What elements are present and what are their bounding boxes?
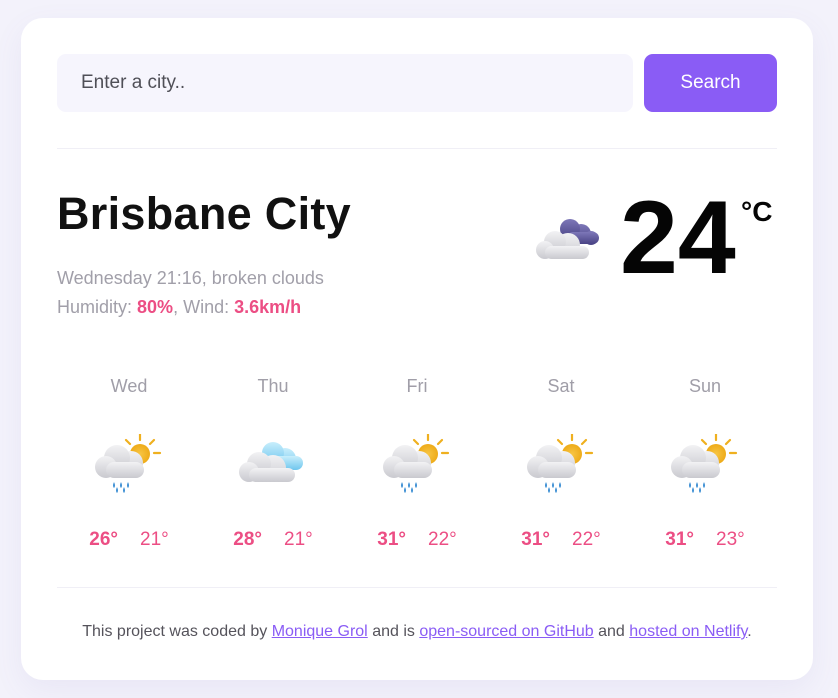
rain-sun-icon [669, 434, 739, 496]
forecast-day: Sun 31° 23° [633, 374, 777, 564]
humidity-wind-line: Humidity: 80%, Wind: 3.6km/h [57, 297, 302, 317]
forecast-temps: 28° 21° [201, 529, 345, 551]
forecast-max: 31° [665, 529, 694, 550]
search-form: Search [57, 54, 777, 112]
rain-sun-icon [381, 434, 451, 496]
forecast-min: 23° [716, 529, 745, 550]
footer: This project was coded by Monique Grol a… [21, 623, 813, 641]
current-meta: Wednesday 21:16, broken clouds Humidity:… [57, 264, 324, 322]
rain-sun-icon [93, 434, 163, 496]
forecast-day: Wed 26° 21° [57, 374, 201, 564]
github-link[interactable]: open-sourced on GitHub [419, 623, 593, 640]
divider-top [57, 148, 777, 149]
forecast-temps: 26° 21° [57, 529, 201, 551]
humidity-value: 80% [137, 297, 174, 317]
forecast-min: 22° [428, 529, 457, 550]
forecast-day: Sat 31° 22° [489, 374, 633, 564]
forecast-max: 31° [521, 529, 550, 550]
current-description: broken clouds [211, 268, 324, 288]
forecast-day-name: Sun [688, 376, 722, 396]
author-link[interactable]: Monique Grol [272, 623, 368, 640]
search-button[interactable]: Search [644, 54, 777, 112]
forecast: Wed 26° 21° Thu 28° 21° Fri 31° 22° Sat 31°… [57, 374, 777, 564]
temperature-unit: °C [741, 196, 773, 227]
forecast-day: Fri 31° 22° [345, 374, 489, 564]
forecast-max: 31° [377, 529, 406, 550]
footer-text: and [598, 623, 625, 640]
datetime-line: Wednesday 21:16, broken clouds [57, 268, 324, 288]
netlify-link[interactable]: hosted on Netlify [629, 623, 747, 640]
rain-sun-icon [525, 434, 595, 496]
current-temperature: 24 [620, 180, 736, 296]
forecast-max: 28° [233, 529, 262, 550]
forecast-day-name: Fri [406, 376, 428, 396]
forecast-min: 21° [284, 529, 313, 550]
wind-label: Wind: [183, 297, 230, 317]
city-search-input[interactable] [57, 54, 633, 112]
footer-text: . [747, 623, 752, 640]
footer-text: This project was coded by [82, 623, 268, 640]
footer-text: and is [372, 623, 415, 640]
forecast-day-name: Thu [257, 376, 289, 396]
forecast-min: 22° [572, 529, 601, 550]
weather-card: Search Brisbane City Wednesday 21:16, br… [21, 18, 813, 680]
humidity-label: Humidity: [57, 297, 133, 317]
forecast-temps: 31° 22° [345, 529, 489, 551]
forecast-temps: 31° 22° [489, 529, 633, 551]
current-datetime: Wednesday 21:16 [57, 268, 202, 288]
wind-value: 3.6km/h [234, 297, 302, 317]
forecast-temps: 31° 23° [633, 529, 777, 551]
forecast-min: 21° [140, 529, 169, 550]
city-name: Brisbane City [57, 188, 351, 239]
cloudy-icon [237, 434, 307, 496]
forecast-max: 26° [89, 529, 118, 550]
broken-clouds-icon [533, 214, 603, 264]
forecast-day: Thu 28° 21° [201, 374, 345, 564]
divider-bottom [57, 587, 777, 588]
forecast-day-name: Sat [547, 376, 575, 396]
forecast-day-name: Wed [110, 376, 148, 396]
